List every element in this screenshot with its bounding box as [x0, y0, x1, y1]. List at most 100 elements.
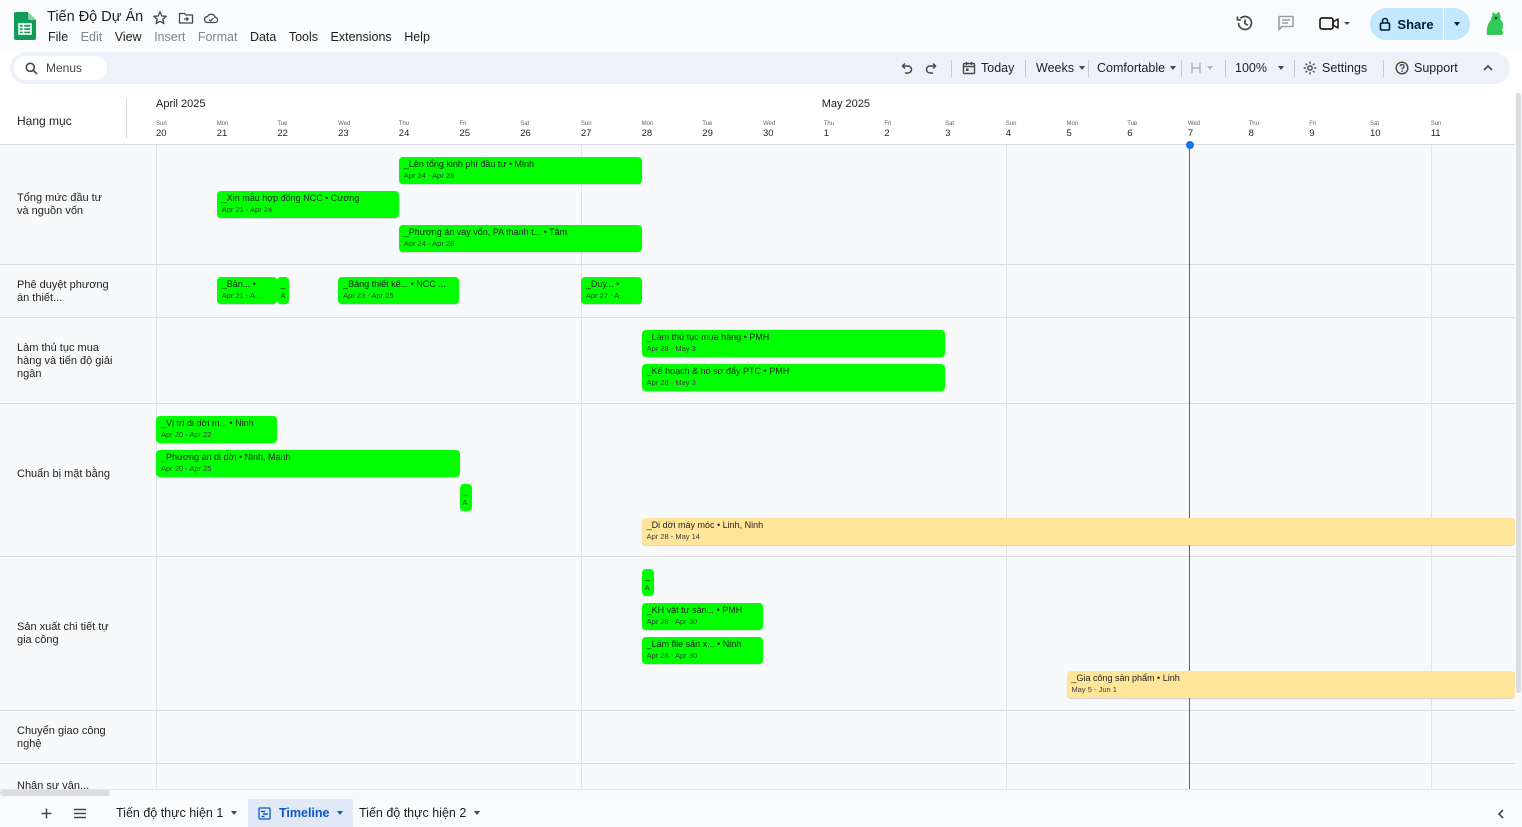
move-to-folder-icon[interactable]	[178, 10, 194, 26]
task-bar[interactable]: _Làm thủ tục mua hàng • PMH Apr 28 - May …	[641, 330, 946, 357]
sheet-tab-tien-do-1[interactable]: Tiến độ thực hiện 1	[106, 799, 247, 827]
menu-help[interactable]: Help	[404, 30, 430, 44]
menu-insert[interactable]: Insert	[154, 30, 185, 44]
day-number-label: 26	[520, 128, 531, 139]
density-dropdown[interactable]: Comfortable	[1097, 52, 1177, 84]
weeks-label: Weeks	[1036, 61, 1074, 75]
task-bar[interactable]: _Phương án di dời • Ninh, Mạnh Apr 20 - A…	[156, 450, 460, 477]
day-number-label: 29	[702, 128, 713, 139]
menu-tools[interactable]: Tools	[289, 30, 318, 44]
row-category-cell[interactable]: Chuẩn bị mặt bằng	[0, 404, 127, 556]
chevron-down-icon	[474, 811, 481, 815]
day-of-week-label: Wed	[763, 121, 776, 127]
redo-icon[interactable]	[925, 61, 939, 75]
timeline-row: Nhân sự vận...	[0, 764, 1515, 790]
star-icon[interactable]	[152, 10, 168, 26]
menu-bar: File Edit View Insert Format Data Tools …	[48, 30, 442, 44]
task-bar[interactable]: _ A	[641, 569, 654, 596]
horizontal-scroll-thumb[interactable]	[0, 790, 110, 796]
chevron-down-icon	[1207, 66, 1213, 70]
menu-extensions[interactable]: Extensions	[331, 30, 392, 44]
task-bar[interactable]: _Phương án vay vốn, PA thanh t... • Tâm A…	[398, 225, 642, 252]
task-bar[interactable]: _Duy... • Apr 27 - A...	[580, 277, 642, 304]
task-dates: May 5 - Jun 1	[1071, 685, 1117, 694]
task-title: _Bảng thiết kế... • NCC ...	[343, 279, 446, 289]
day-number-label: 10	[1370, 128, 1381, 139]
undo-icon[interactable]	[899, 61, 913, 75]
day-column-header: Thu 24	[399, 121, 410, 139]
day-number-label: 6	[1127, 128, 1133, 139]
day-column-header: Sat 10	[1370, 121, 1381, 139]
week-divider	[1005, 145, 1007, 790]
add-sheet-icon[interactable]	[40, 807, 53, 820]
menus-search-box[interactable]: Menus	[14, 56, 107, 80]
task-title: _	[644, 571, 650, 581]
share-dropdown-button[interactable]	[1444, 8, 1470, 40]
task-bar[interactable]: _Làm file sản x... • Ninh Apr 28 - Apr 30	[641, 637, 763, 664]
version-history-icon[interactable]	[1235, 13, 1255, 33]
task-dates: Apr 24 - Apr 28	[403, 239, 455, 248]
cloud-saved-icon[interactable]	[203, 10, 219, 26]
task-dates: Apr 24 - Apr 28	[403, 171, 455, 180]
menu-view[interactable]: View	[115, 30, 142, 44]
task-bar[interactable]: _Gia công sản phẩm • Linh May 5 - Jun 1	[1066, 671, 1515, 698]
row-category-cell[interactable]: Phê duyệt phương án thiết...	[0, 265, 127, 317]
task-bar[interactable]: _ A	[459, 484, 472, 511]
day-of-week-label: Fri	[884, 121, 892, 127]
day-column-header: Mon 21	[217, 121, 229, 139]
row-category-cell[interactable]: Tổng mức đầu tư và nguồn vốn	[0, 145, 127, 264]
menu-file[interactable]: File	[48, 30, 68, 44]
task-bar[interactable]: _Lên tổng kinh phí đầu tư • Minh Apr 24 -…	[398, 157, 642, 184]
sheet-tab-label: Timeline	[279, 806, 330, 820]
all-sheets-menu-icon[interactable]	[73, 807, 87, 820]
settings-button[interactable]: Settings	[1303, 52, 1367, 84]
group-by-dropdown[interactable]	[1190, 52, 1213, 84]
row-category-cell[interactable]: Sản xuất chi tiết tự gia công	[0, 557, 127, 710]
row-category-cell[interactable]: Chuyển giao công nghệ	[0, 711, 127, 763]
day-column-header: Tue 29	[702, 121, 713, 139]
chevron-down-icon	[337, 811, 344, 815]
day-column-header: Wed 23	[338, 121, 350, 139]
task-bar[interactable]: _Bảng thiết kế... • NCC ... Apr 23 - Apr …	[338, 277, 460, 304]
task-bar[interactable]: _Di dời máy móc • Linh, Ninh Apr 28 - May…	[641, 518, 1515, 545]
sheets-logo-icon[interactable]	[14, 12, 36, 40]
menu-edit[interactable]: Edit	[81, 30, 103, 44]
zoom-dropdown[interactable]: 100%	[1235, 52, 1284, 84]
task-dates: Apr 28 - May 14	[646, 532, 700, 541]
scroll-tabs-left-icon[interactable]	[1496, 808, 1506, 820]
day-of-week-label: Mon	[1066, 121, 1079, 127]
today-button[interactable]: Today	[962, 52, 1014, 84]
day-of-week-label: Sat	[945, 121, 955, 127]
weeks-dropdown[interactable]: Weeks	[1036, 52, 1085, 84]
task-bar[interactable]: _KH vật tư sản... • PMH Apr 28 - Apr 30	[641, 603, 763, 630]
task-bar[interactable]: _Vị trí di dời m... • Ninh Apr 20 - Apr 2…	[156, 416, 278, 443]
day-number-label: 27	[580, 128, 592, 139]
task-bar[interactable]: _Kế hoạch & hồ sơ đẩy PTC • PMH Apr 28 - …	[641, 364, 946, 391]
day-of-week-label: Sat	[1370, 121, 1380, 127]
meet-call-icon[interactable]	[1318, 13, 1354, 33]
day-number-label: 7	[1187, 128, 1194, 139]
sheet-tab-timeline[interactable]: Timeline	[248, 799, 354, 827]
share-button[interactable]: Share	[1370, 8, 1470, 40]
share-main-button[interactable]: Share	[1370, 8, 1443, 40]
task-bar[interactable]: _Xin mẫu hợp đồng NCC • Cương Apr 21 - Ap…	[216, 191, 399, 218]
sheet-tab-tien-do-2[interactable]: Tiến độ thực hiện 2	[349, 799, 490, 827]
day-column-header: Sun 20	[156, 121, 167, 139]
comments-icon[interactable]	[1276, 13, 1296, 33]
row-category-cell[interactable]: Nhân sự vận...	[0, 764, 127, 790]
row-category-label: Chuyển giao công nghệ	[17, 725, 106, 750]
document-title[interactable]: Tiến Độ Dự Án	[47, 9, 143, 25]
horizontal-scrollbar[interactable]	[0, 789, 1522, 799]
category-header-label: Hạng mục	[17, 114, 72, 128]
task-bar[interactable]: _ A	[277, 277, 290, 304]
menu-data[interactable]: Data	[250, 30, 276, 44]
menu-format[interactable]: Format	[198, 30, 238, 44]
day-of-week-label: Tue	[702, 121, 713, 127]
vertical-scroll-thumb[interactable]	[1516, 93, 1521, 693]
user-avatar[interactable]	[1482, 11, 1508, 37]
task-bar[interactable]: _Bản... • Apr 21 - A...	[216, 277, 278, 304]
row-category-cell[interactable]: Làm thủ tục mua hàng và tiến độ giải ngâ…	[0, 318, 127, 403]
task-title: _Xin mẫu hợp đồng NCC • Cương	[221, 193, 360, 203]
support-button[interactable]: Support	[1395, 52, 1458, 84]
collapse-toolbar-icon[interactable]	[1482, 62, 1494, 74]
